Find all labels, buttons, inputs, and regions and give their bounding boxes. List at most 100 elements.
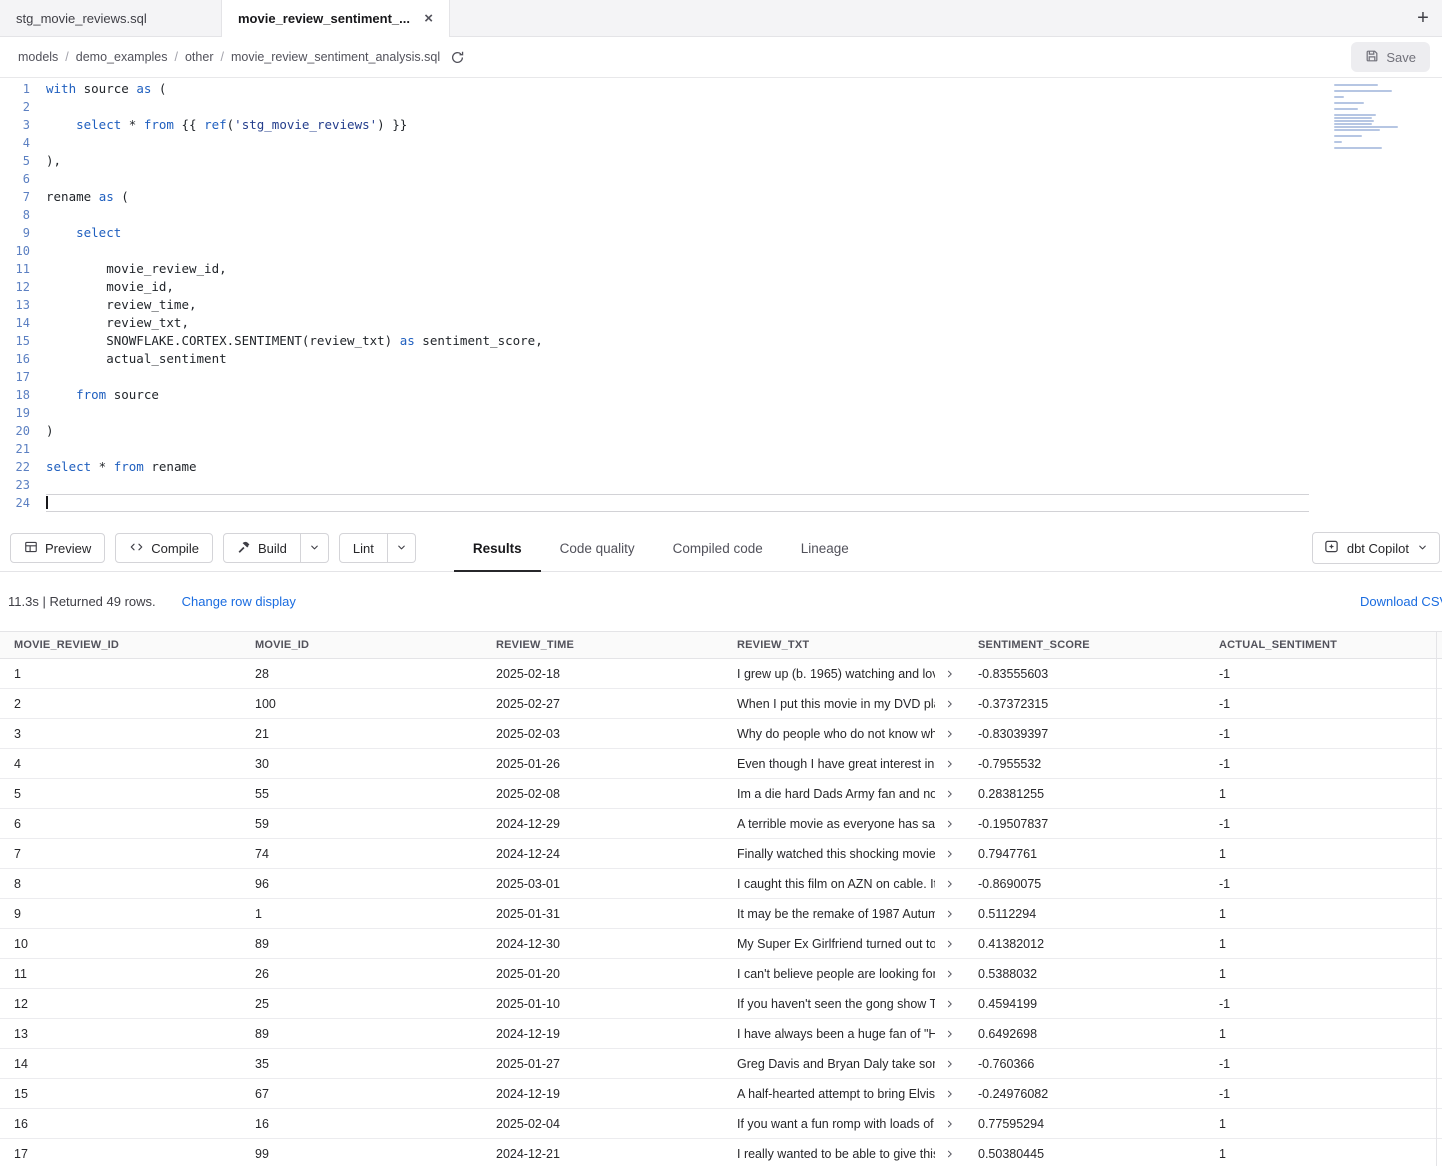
code-line[interactable]: 16 actual_sentiment	[0, 350, 1442, 368]
dbt-copilot-button[interactable]: dbt Copilot	[1312, 532, 1440, 564]
code-line[interactable]: 14 review_txt,	[0, 314, 1442, 332]
tab-compiled-code[interactable]: Compiled code	[654, 525, 782, 571]
table-row[interactable]: 7742024-12-24Finally watched this shocki…	[0, 839, 1442, 869]
code-line[interactable]: 23	[0, 476, 1442, 494]
lint-button[interactable]: Lint	[339, 533, 388, 563]
line-number: 18	[0, 386, 46, 404]
table-row[interactable]: 4302025-01-26Even though I have great in…	[0, 749, 1442, 779]
review-text: Why do people who do not know what…	[737, 727, 935, 741]
tab-label: Results	[473, 541, 522, 556]
build-button[interactable]: Build	[223, 533, 301, 563]
breadcrumb-segment[interactable]: demo_examples	[76, 50, 168, 64]
expand-review-icon[interactable]	[943, 1147, 957, 1161]
code-line[interactable]: 20)	[0, 422, 1442, 440]
close-icon[interactable]: ×	[424, 11, 433, 26]
save-button[interactable]: Save	[1351, 42, 1430, 72]
review-txt-cell: Even though I have great interest in Bi…	[723, 757, 964, 771]
tab-lineage[interactable]: Lineage	[782, 525, 868, 571]
expand-review-icon[interactable]	[943, 907, 957, 921]
expand-review-icon[interactable]	[943, 1117, 957, 1131]
minimap[interactable]	[1334, 84, 1398, 150]
expand-review-icon[interactable]	[943, 817, 957, 831]
breadcrumb-segment[interactable]: models	[18, 50, 58, 64]
code-line[interactable]: 6	[0, 170, 1442, 188]
table-row[interactable]: 16162025-02-04If you want a fun romp wit…	[0, 1109, 1442, 1139]
compile-button[interactable]: Compile	[115, 533, 213, 563]
expand-review-icon[interactable]	[943, 667, 957, 681]
code-line[interactable]: 17	[0, 368, 1442, 386]
table-cell: 0.5112294	[964, 907, 1205, 921]
code-line[interactable]: 1with source as (	[0, 80, 1442, 98]
expand-review-icon[interactable]	[943, 967, 957, 981]
tab-code-quality[interactable]: Code quality	[541, 525, 654, 571]
code-line[interactable]: 4	[0, 134, 1442, 152]
code-line[interactable]: 5),	[0, 152, 1442, 170]
code-line[interactable]: 10	[0, 242, 1442, 260]
expand-review-icon[interactable]	[943, 1027, 957, 1041]
table-row[interactable]: 6592024-12-29A terrible movie as everyon…	[0, 809, 1442, 839]
preview-button[interactable]: Preview	[10, 533, 105, 563]
tab-movie-review-sentiment[interactable]: movie_review_sentiment_... ×	[222, 0, 450, 37]
line-number: 3	[0, 116, 46, 134]
expand-review-icon[interactable]	[943, 787, 957, 801]
table-cell: 11	[0, 967, 241, 981]
table-cell: -1	[1205, 817, 1442, 831]
table-cell: 0.50380445	[964, 1147, 1205, 1161]
code-line[interactable]: 11 movie_review_id,	[0, 260, 1442, 278]
expand-review-icon[interactable]	[943, 1057, 957, 1071]
table-row[interactable]: 15672024-12-19A half-hearted attempt to …	[0, 1079, 1442, 1109]
table-row[interactable]: 12252025-01-10If you haven't seen the go…	[0, 989, 1442, 1019]
expand-review-icon[interactable]	[943, 997, 957, 1011]
table-row[interactable]: 5552025-02-08Im a die hard Dads Army fan…	[0, 779, 1442, 809]
code-line[interactable]: 19	[0, 404, 1442, 422]
table-row[interactable]: 3212025-02-03Why do people who do not kn…	[0, 719, 1442, 749]
expand-review-icon[interactable]	[943, 727, 957, 741]
change-row-display-link[interactable]: Change row display	[182, 594, 296, 609]
table-header-row: MOVIE_REVIEW_IDMOVIE_IDREVIEW_TIMEREVIEW…	[0, 631, 1442, 659]
download-csv-link[interactable]: Download CSV	[1360, 594, 1442, 609]
sync-icon[interactable]	[450, 50, 465, 65]
review-text: I really wanted to be able to give this …	[737, 1147, 935, 1161]
expand-review-icon[interactable]	[943, 847, 957, 861]
code-line[interactable]: 8	[0, 206, 1442, 224]
table-row[interactable]: 14352025-01-27Greg Davis and Bryan Daly …	[0, 1049, 1442, 1079]
table-row[interactable]: 10892024-12-30My Super Ex Girlfriend tur…	[0, 929, 1442, 959]
code-line[interactable]: 22select * from rename	[0, 458, 1442, 476]
breadcrumb-segment[interactable]: other	[185, 50, 214, 64]
table-row[interactable]: 13892024-12-19I have always been a huge …	[0, 1019, 1442, 1049]
table-row[interactable]: 21002025-02-27When I put this movie in m…	[0, 689, 1442, 719]
code-line[interactable]: 15 SNOWFLAKE.CORTEX.SENTIMENT(review_txt…	[0, 332, 1442, 350]
code-line[interactable]: 18 from source	[0, 386, 1442, 404]
code-line[interactable]: 12 movie_id,	[0, 278, 1442, 296]
new-tab-button[interactable]: +	[1404, 0, 1442, 36]
table-cell: 30	[241, 757, 482, 771]
code-line[interactable]: 21	[0, 440, 1442, 458]
minimap-line	[1334, 117, 1372, 119]
tab-stg-movie-reviews[interactable]: stg_movie_reviews.sql	[0, 0, 222, 36]
table-row[interactable]: 1282025-02-18I grew up (b. 1965) watchin…	[0, 659, 1442, 689]
line-number: 14	[0, 314, 46, 332]
table-row[interactable]: 8962025-03-01I caught this film on AZN o…	[0, 869, 1442, 899]
expand-review-icon[interactable]	[943, 1087, 957, 1101]
expand-review-icon[interactable]	[943, 937, 957, 951]
expand-review-icon[interactable]	[943, 757, 957, 771]
expand-review-icon[interactable]	[943, 877, 957, 891]
table-row[interactable]: 17992024-12-21I really wanted to be able…	[0, 1139, 1442, 1166]
review-txt-cell: Greg Davis and Bryan Daly take some …	[723, 1057, 964, 1071]
code-line[interactable]: 13 review_time,	[0, 296, 1442, 314]
code-line[interactable]: 9 select	[0, 224, 1442, 242]
code-line[interactable]: 7rename as (	[0, 188, 1442, 206]
code-line[interactable]: 3 select * from {{ ref('stg_movie_review…	[0, 116, 1442, 134]
code-line[interactable]: 24	[0, 494, 1442, 512]
code-line[interactable]: 2	[0, 98, 1442, 116]
code-editor[interactable]: 1with source as (23 select * from {{ ref…	[0, 78, 1442, 525]
chevron-down-icon	[396, 541, 407, 556]
build-split-button: Build	[223, 533, 329, 563]
tab-results[interactable]: Results	[454, 525, 541, 571]
breadcrumb-segment[interactable]: movie_review_sentiment_analysis.sql	[231, 50, 440, 64]
build-dropdown-button[interactable]	[301, 533, 329, 563]
table-row[interactable]: 11262025-01-20I can't believe people are…	[0, 959, 1442, 989]
table-row[interactable]: 912025-01-31It may be the remake of 1987…	[0, 899, 1442, 929]
lint-dropdown-button[interactable]	[388, 533, 416, 563]
expand-review-icon[interactable]	[943, 697, 957, 711]
